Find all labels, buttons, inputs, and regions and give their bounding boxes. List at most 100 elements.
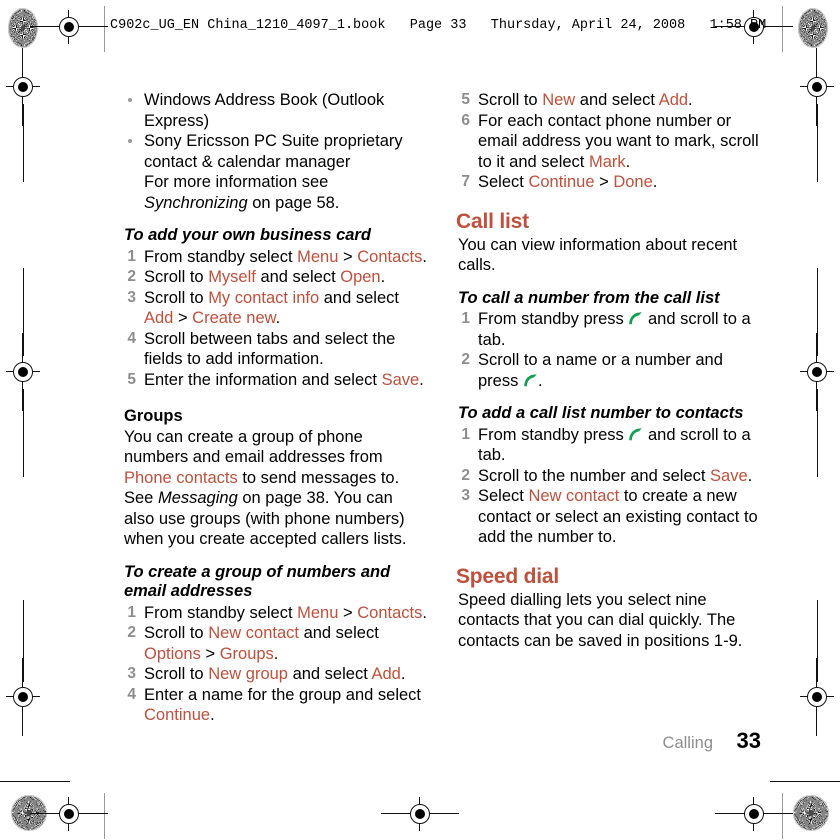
task-heading-call-number: To call a number from the call list [458, 288, 720, 307]
steps-call-number: 1 From standby press and scroll to a tab.… [456, 309, 761, 391]
ui-term: Contacts [357, 603, 423, 622]
ui-term: New contact [528, 487, 620, 505]
plain-text: Select [478, 487, 529, 505]
ui-term: Continue [528, 173, 595, 191]
steps-create-group: 1 From standby select Menu > Contacts. 2 Sc… [122, 603, 427, 726]
document-page: Windows Address Book (Outlook Express) S… [0, 0, 840, 840]
ui-term: Mark [588, 152, 626, 171]
step-text: From standby press and scroll to a tab. [478, 309, 761, 350]
plain-text: and select [575, 91, 659, 109]
plain-text: . [625, 152, 631, 171]
section-heading-call-list: Call list [456, 209, 529, 233]
ui-term: Save [381, 370, 420, 389]
plain-text: Enter a name for the group and select [144, 685, 422, 704]
ui-term: New group [208, 665, 288, 683]
plain-text: From standby press [478, 310, 629, 328]
step-text: Scroll to Myself and select Open. [144, 267, 427, 288]
plain-text: . [422, 603, 427, 622]
plain-text: Scroll to [478, 91, 543, 109]
step-number: 1 [461, 425, 470, 443]
plain-text: From standby select [144, 247, 298, 266]
ui-term: Options [144, 644, 201, 663]
groups-paragraph: You can create a group of phone numbers … [122, 427, 427, 550]
step-text: For each contact phone number or email a… [478, 111, 761, 173]
ui-term: Save [710, 466, 748, 485]
bullet-text: Sony Ericsson PC Suite proprietary conta… [144, 132, 403, 171]
step-number: 1 [127, 603, 136, 621]
plain-text: > [338, 247, 358, 266]
plain-text: From standby press [478, 425, 629, 444]
plain-text: . [419, 370, 424, 389]
speed-dial-paragraph: Speed dialling lets you select nine cont… [458, 590, 743, 650]
footer-page-number: 33 [736, 728, 761, 753]
step-number: 5 [127, 370, 136, 388]
step-number: 2 [127, 624, 136, 641]
steps-business-card: 1 From standby select Menu > Contacts. 2 Sc… [122, 247, 427, 391]
list-item: 2 Scroll to a name or a number and press … [456, 350, 761, 391]
step-text: Scroll to My contact info and select Add… [144, 288, 427, 329]
step-text: From standby select Menu > Contacts. [144, 603, 427, 624]
list-item: 4 Scroll between tabs and select the fiel… [122, 329, 427, 370]
call-icon [628, 312, 643, 325]
list-item: 1 From standby press and scroll to a tab. [456, 309, 761, 350]
plain-text: Scroll to a name or a number and press [478, 351, 723, 390]
list-item: 4 Enter a name for the group and select C… [122, 685, 427, 726]
ui-term: Menu [297, 603, 339, 622]
ui-term: Phone contacts [124, 468, 238, 487]
plain-text: . [537, 371, 543, 390]
step-text: Scroll to New contact and select Options… [144, 623, 427, 664]
ui-term: Add [658, 91, 689, 109]
plain-text: You can create a group of phone numbers … [124, 427, 383, 467]
list-item: 5 Enter the information and select Save. [122, 370, 427, 391]
ui-term: Open [340, 268, 381, 286]
plain-text: and select [255, 268, 341, 286]
step-text: Scroll between tabs and select the field… [144, 329, 427, 370]
plain-text: and select [319, 288, 399, 307]
step-number: 3 [127, 665, 136, 682]
plain-text: . [747, 466, 753, 485]
list-item: 2 Scroll to New contact and select Option… [122, 623, 427, 664]
right-column: 5 Scroll to New and select Add. 6 For each … [456, 90, 761, 651]
plain-text: . [688, 91, 693, 109]
step-number: 6 [461, 111, 470, 129]
note-prefix: For more information see [144, 173, 329, 191]
step-number: 3 [461, 487, 470, 504]
ui-term: Menu [297, 247, 339, 266]
step-text: Enter a name for the group and select Co… [144, 685, 427, 726]
task-heading-add-to-contacts: To add a call list number to contacts [458, 404, 744, 422]
list-item: Sony Ericsson PC Suite proprietary conta… [122, 131, 427, 213]
ui-term: Done [613, 173, 653, 191]
list-item: 2 Scroll to the number and select Save. [456, 466, 761, 487]
plain-text: Scroll to the number and select [478, 466, 711, 485]
plain-text: Scroll to [144, 665, 209, 683]
call-list-paragraph: You can view information about recent ca… [458, 235, 738, 275]
step-number: 5 [461, 91, 470, 108]
task-heading-create-group: To create a group of numbers and email a… [124, 562, 391, 601]
subheading-groups: Groups [124, 407, 183, 425]
list-item: 1 From standby press and scroll to a tab. [456, 425, 761, 466]
note-suffix: on page 58. [247, 193, 340, 212]
plain-text: > [173, 309, 193, 327]
step-number: 1 [461, 310, 470, 327]
list-item: 7 Select Continue > Done. [456, 172, 761, 193]
section-call-list: Call list You can view information about… [456, 209, 761, 548]
steps-create-group-continued: 5 Scroll to New and select Add. 6 For each … [456, 90, 761, 193]
plain-text: . [400, 665, 406, 683]
steps-add-to-contacts: 1 From standby press and scroll to a tab.… [456, 425, 761, 548]
footer-chapter-name: Calling [662, 734, 713, 752]
plain-text: Scroll to [144, 288, 209, 307]
supported-apps-bullet-list: Windows Address Book (Outlook Express) S… [122, 90, 427, 213]
plain-text: > [200, 644, 220, 663]
step-text: Scroll to the number and select Save. [478, 466, 761, 487]
ui-term: Groups [219, 644, 274, 663]
step-text: Scroll to a name or a number and press . [478, 350, 761, 391]
step-text: Scroll to New group and select Add. [144, 664, 427, 685]
left-column: Windows Address Book (Outlook Express) S… [122, 90, 427, 726]
note-italic-ref: Synchronizing [144, 193, 248, 212]
step-text: Select Continue > Done. [478, 172, 761, 193]
list-item: 3 Scroll to New group and select Add. [122, 664, 427, 685]
step-number: 2 [461, 466, 470, 484]
step-text: Enter the information and select Save. [144, 370, 427, 391]
list-item: 6 For each contact phone number or email … [456, 111, 761, 173]
plain-text: . [422, 247, 427, 266]
